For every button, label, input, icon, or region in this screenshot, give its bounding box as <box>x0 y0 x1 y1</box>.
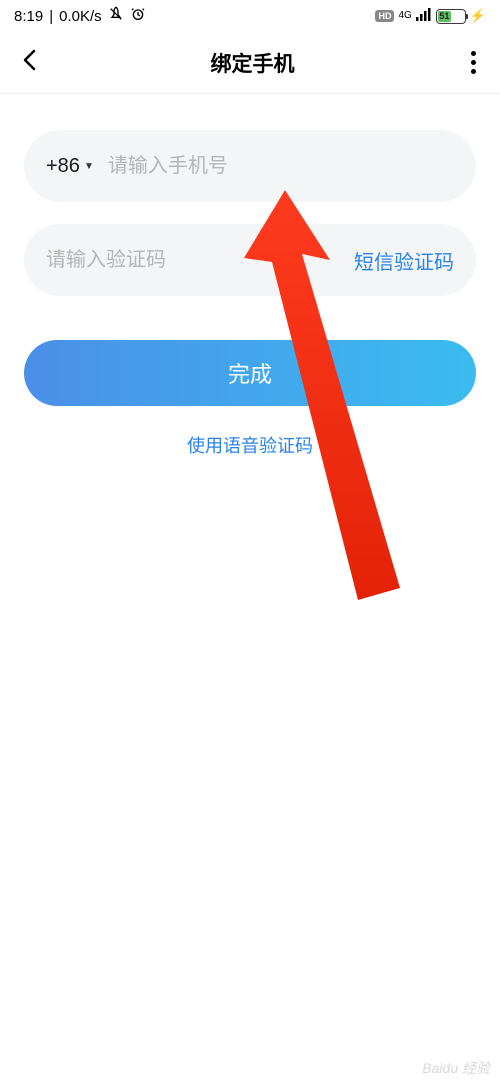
code-row: 短信验证码 <box>24 224 476 296</box>
hd-badge: HD <box>375 10 394 22</box>
page-title: 绑定手机 <box>211 48 295 78</box>
charging-icon: ⚡ <box>470 8 486 24</box>
form-content: +86 ▼ 短信验证码 完成 使用语音验证码 <box>0 94 500 458</box>
network-gen: 4G <box>398 11 411 21</box>
chevron-down-icon: ▼ <box>84 161 94 172</box>
phone-input[interactable] <box>108 155 454 178</box>
back-button[interactable] <box>16 41 42 84</box>
mute-icon <box>108 6 124 26</box>
status-left: 8:19 | 0.0K/s <box>14 6 146 26</box>
phone-row: +86 ▼ <box>24 130 476 202</box>
battery-pct: 51 <box>438 11 451 22</box>
status-bar: 8:19 | 0.0K/s HD 4G <box>0 0 500 32</box>
status-netspeed: 0.0K/s <box>59 8 102 25</box>
submit-button[interactable]: 完成 <box>24 340 476 406</box>
battery-icon: 51 <box>436 9 466 24</box>
status-time: 8:19 <box>14 8 43 25</box>
country-code-select[interactable]: +86 ▼ <box>46 155 94 178</box>
code-input[interactable] <box>46 249 354 272</box>
watermark: Baidu 经验 <box>422 1058 490 1078</box>
nav-bar: 绑定手机 <box>0 32 500 94</box>
bottom-placeholder <box>85 954 415 1044</box>
send-sms-button[interactable]: 短信验证码 <box>354 246 454 275</box>
signal-icon <box>416 7 432 25</box>
alarm-icon <box>130 6 146 26</box>
country-code-value: +86 <box>46 155 80 178</box>
more-button[interactable] <box>463 43 484 82</box>
status-right: HD 4G 51 ⚡ <box>375 7 486 25</box>
voice-code-link[interactable]: 使用语音验证码 <box>24 432 476 458</box>
